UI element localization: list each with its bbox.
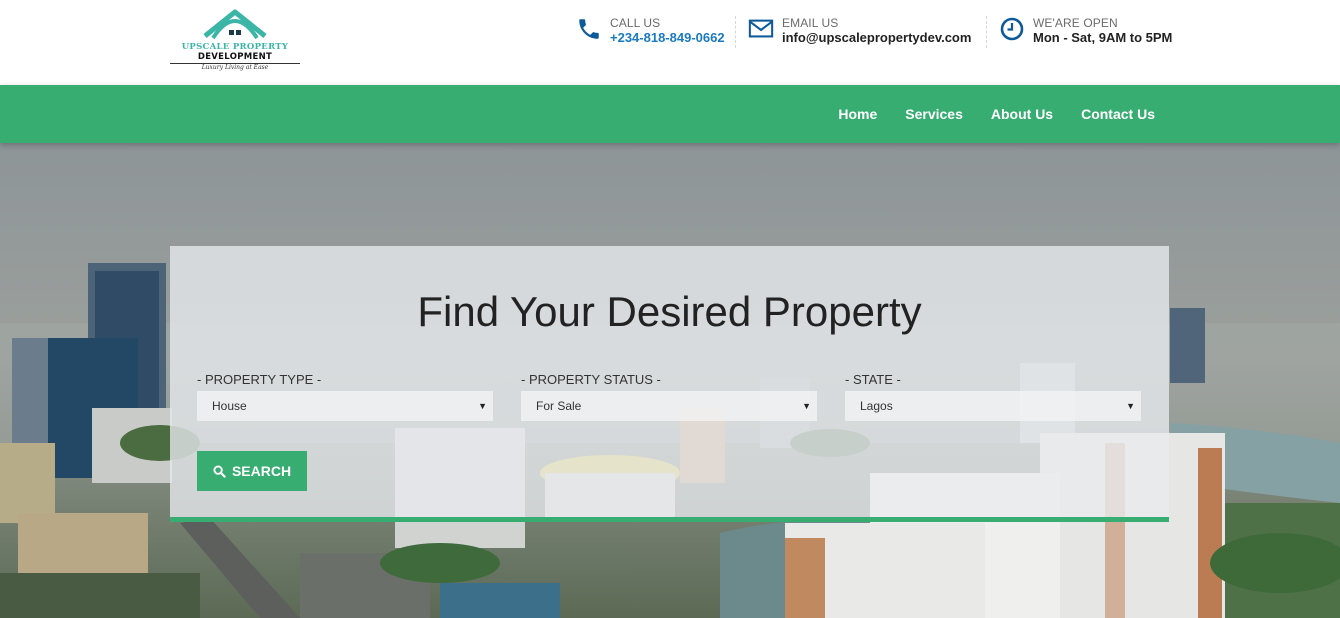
divider: [735, 16, 736, 48]
contact-phone: CALL US +234-818-849-0662: [576, 16, 725, 48]
property-search-panel: Find Your Desired Property - PROPERTY TY…: [170, 246, 1169, 522]
search-button[interactable]: SEARCH: [197, 451, 307, 491]
property-status-label: - PROPERTY STATUS -: [521, 372, 661, 387]
dropdown-arrow-icon: ▼: [478, 401, 487, 411]
property-status-value: For Sale: [536, 399, 582, 413]
property-status-select[interactable]: For Sale ▼: [521, 391, 817, 421]
contact-email: EMAIL US info@upscalepropertydev.com: [748, 16, 971, 48]
state-label: - STATE -: [845, 372, 1141, 388]
hours-value: Mon - Sat, 9AM to 5PM: [1033, 30, 1173, 45]
property-type-label: - PROPERTY TYPE -: [197, 372, 322, 387]
top-header: UPSCALE PROPERTY DEVELOPMENT Luxury Livi…: [0, 0, 1340, 85]
clock-icon: [1000, 17, 1024, 41]
nav-about-us[interactable]: About Us: [991, 106, 1053, 122]
dropdown-arrow-icon: ▼: [802, 401, 811, 411]
logo[interactable]: UPSCALE PROPERTY DEVELOPMENT Luxury Livi…: [170, 6, 300, 72]
logo-subtitle: DEVELOPMENT: [170, 52, 300, 64]
phone-label: CALL US: [610, 16, 661, 30]
hours-label: WE'ARE OPEN: [1033, 16, 1118, 30]
nav-services[interactable]: Services: [905, 106, 963, 122]
nav-home[interactable]: Home: [838, 106, 877, 122]
state-field: - STATE - Lagos ▼: [845, 372, 1141, 421]
divider: [986, 16, 987, 48]
search-title: Find Your Desired Property: [417, 288, 922, 335]
search-button-label: SEARCH: [231, 463, 292, 479]
email-icon: [748, 19, 774, 38]
property-type-select[interactable]: House ▼: [197, 391, 493, 421]
search-icon: [213, 464, 226, 478]
state-value: Lagos: [860, 399, 893, 413]
phone-number[interactable]: +234-818-849-0662: [610, 30, 725, 46]
state-label-text: - STATE -: [845, 372, 901, 387]
panel-accent-bar: [170, 517, 1169, 522]
email-label: EMAIL US: [782, 16, 839, 30]
property-type-field: - PROPERTY TYPE - House ▼: [197, 372, 493, 421]
property-type-value: House: [212, 399, 247, 413]
contact-hours: WE'ARE OPEN Mon - Sat, 9AM to 5PM: [999, 16, 1172, 48]
logo-tagline: Luxury Living at Ease: [201, 64, 269, 71]
property-status-field: - PROPERTY STATUS - For Sale ▼: [521, 372, 817, 421]
main-navbar: Home Services About Us Contact Us: [0, 85, 1340, 143]
nav-contact-us[interactable]: Contact Us: [1081, 106, 1155, 122]
logo-name: UPSCALE PROPERTY: [181, 42, 289, 52]
dropdown-arrow-icon: ▼: [1126, 401, 1135, 411]
main-nav: Home Services About Us Contact Us: [810, 85, 1155, 143]
house-logo-icon: [203, 9, 267, 40]
state-select[interactable]: Lagos ▼: [845, 391, 1141, 421]
phone-icon: [579, 19, 599, 39]
email-address[interactable]: info@upscalepropertydev.com: [782, 30, 971, 46]
